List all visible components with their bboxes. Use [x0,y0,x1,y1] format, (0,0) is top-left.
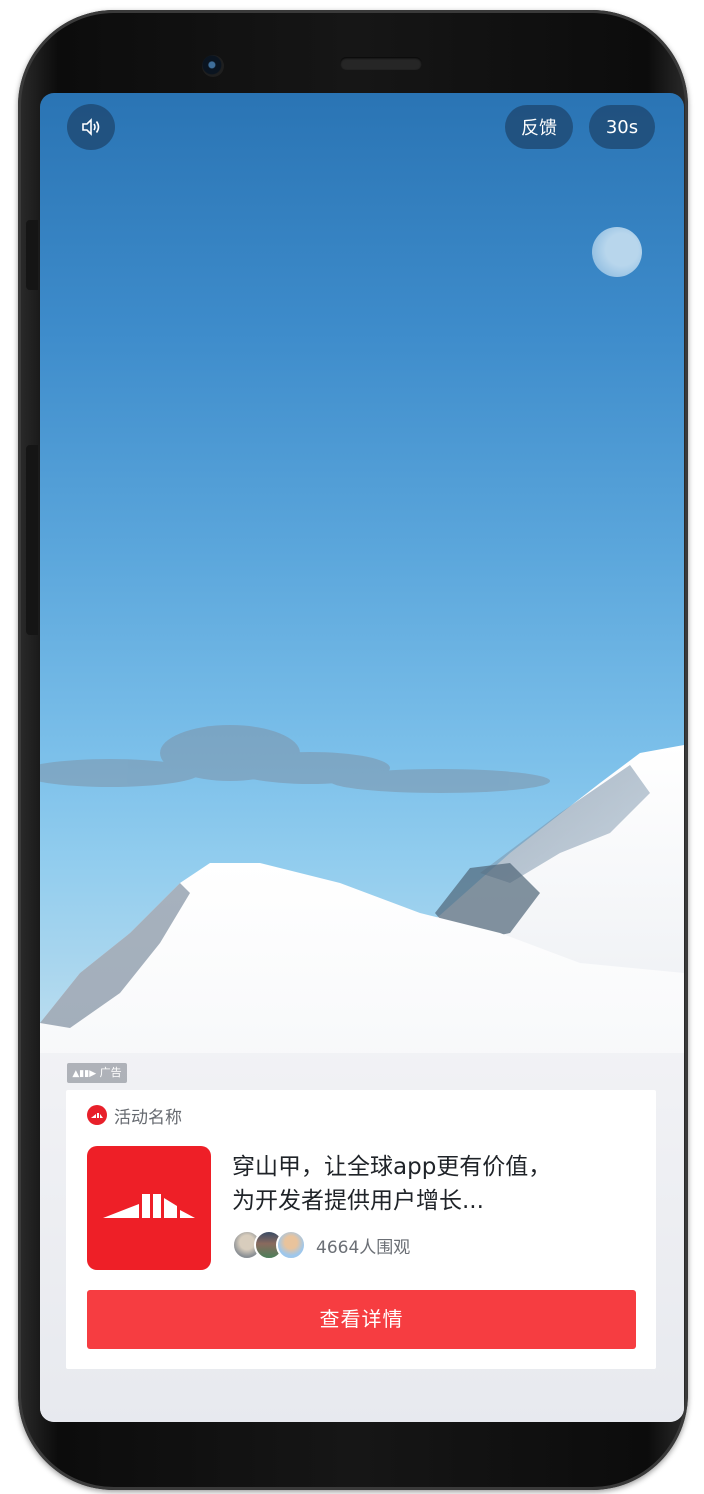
headline-line-2: 为开发者提供用户增长... [232,1188,484,1214]
ad-label: ▲▮▮▶ 广告 [67,1063,127,1083]
ad-label-text: 广告 [99,1066,122,1079]
brand-logo-icon [87,1105,107,1125]
view-details-button[interactable]: 查看详情 [87,1290,636,1349]
headline-line-1: 穿山甲，让全球app更有价值， [232,1154,552,1180]
front-camera [202,55,224,77]
pangolin-logo-icon: ▲▮▮▶ [72,1069,97,1079]
activity-name: 活动名称 [114,1107,182,1128]
viewer-count: 4664人围观 [316,1237,411,1258]
feedback-button[interactable]: 反馈 [505,105,573,149]
splash-ad-screen[interactable]: ▲▮▮▶ 广告 反馈 30s 活动名称 穿山甲，让全球app更有价值， 为开发者… [40,93,684,1422]
earpiece-speaker [340,57,422,70]
viewer-row: 4664人围观 [232,1230,410,1260]
ad-card[interactable]: 活动名称 穿山甲，让全球app更有价值， 为开发者提供用户增长... 4664人… [66,1090,656,1369]
mute-toggle-button[interactable] [67,104,115,150]
speaker-icon [82,118,100,136]
volume-button [26,220,38,290]
app-logo[interactable] [87,1146,211,1270]
skip-countdown-button[interactable]: 30s [589,105,655,149]
avatar [276,1230,306,1260]
activity-row: 活动名称 [87,1103,182,1128]
pangolin-logo-icon [103,1194,195,1218]
power-button [26,445,38,635]
ad-headline[interactable]: 穿山甲，让全球app更有价值， 为开发者提供用户增长... [232,1150,642,1218]
